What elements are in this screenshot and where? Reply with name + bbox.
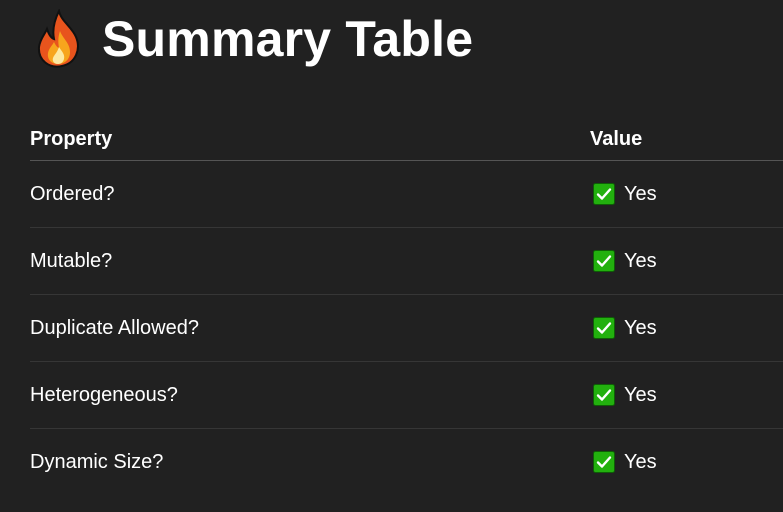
value-text: Yes [624,182,657,205]
value-cell: Yes [590,384,657,407]
table-header-row: Property Value [30,118,783,161]
value-cell: Yes [590,250,657,273]
table-row: Dynamic Size? Yes [30,429,783,495]
value-cell: Yes [590,183,657,206]
table-row: Heterogeneous? Yes [30,362,783,429]
value-text: Yes [624,450,657,473]
value-text: Yes [624,383,657,406]
property-cell: Duplicate Allowed? [30,316,199,339]
check-mark-icon [593,250,615,272]
check-mark-icon [593,384,615,406]
check-mark-icon [593,317,615,339]
page-heading: Summary Table [32,4,473,74]
value-cell: Yes [590,317,657,340]
table-row: Duplicate Allowed? Yes [30,295,783,362]
value-cell: Yes [590,451,657,474]
property-cell: Ordered? [30,182,115,205]
page-title: Summary Table [102,11,474,67]
property-cell: Mutable? [30,249,113,272]
check-mark-icon [593,183,615,205]
fire-icon [32,9,86,69]
column-header-value: Value [590,127,643,150]
check-mark-icon [593,451,615,473]
summary-table: Property Value Ordered? Yes Mutable? Yes… [30,118,783,495]
column-header-property: Property [30,127,113,150]
table-row: Mutable? Yes [30,228,783,295]
property-cell: Heterogeneous? [30,383,178,406]
value-text: Yes [624,249,657,272]
property-cell: Dynamic Size? [30,450,164,473]
table-row: Ordered? Yes [30,161,783,228]
value-text: Yes [624,316,657,339]
